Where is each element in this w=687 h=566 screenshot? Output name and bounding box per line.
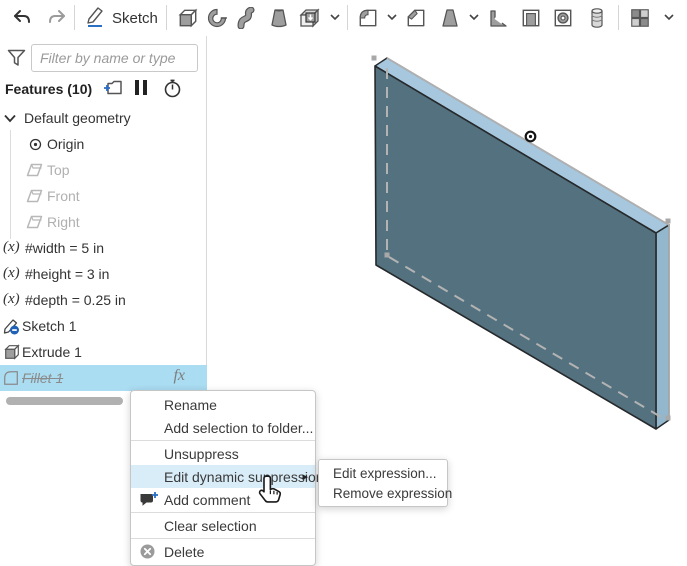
menu-item-label: Delete <box>164 544 204 560</box>
menu-item-label: Edit expression... <box>333 466 437 481</box>
plate-side-face[interactable] <box>656 225 669 429</box>
menu-separator <box>131 512 315 513</box>
menu-item-add-comment[interactable]: Add comment <box>131 488 315 511</box>
menu-item-label: Add comment <box>164 492 250 508</box>
part-plate[interactable] <box>375 58 669 429</box>
dynamic-suppression-submenu: Edit expression... Remove expression <box>318 459 448 507</box>
menu-item-rename[interactable]: Rename <box>131 393 315 416</box>
comment-plus-icon <box>139 491 159 508</box>
menu-separator <box>131 538 315 539</box>
origin-marker[interactable] <box>526 132 536 142</box>
delete-circle-icon <box>140 544 155 559</box>
context-menu: Rename Add selection to folder... Unsupp… <box>130 390 316 566</box>
menu-item-label: Remove expression <box>333 486 452 501</box>
submenu-item-remove-expression[interactable]: Remove expression <box>319 483 447 503</box>
submenu-item-edit-expression[interactable]: Edit expression... <box>319 463 447 483</box>
part-studio: Sketch <box>0 0 687 562</box>
submenu-arrow-icon: ▸ <box>302 470 308 483</box>
menu-item-edit-dynamic-suppression[interactable]: Edit dynamic suppression ▸ <box>131 465 315 488</box>
menu-item-label: Add selection to folder... <box>164 420 313 436</box>
menu-item-label: Edit dynamic suppression <box>164 469 324 485</box>
menu-separator <box>131 440 315 441</box>
menu-item-label: Rename <box>164 397 217 413</box>
menu-item-clear-selection[interactable]: Clear selection <box>131 514 315 537</box>
menu-item-delete[interactable]: Delete <box>131 540 315 563</box>
menu-item-unsuppress[interactable]: Unsuppress <box>131 442 315 465</box>
menu-item-add-selection-to-folder[interactable]: Add selection to folder... <box>131 416 315 439</box>
menu-item-label: Clear selection <box>164 518 257 534</box>
plate-front-face[interactable] <box>375 66 656 429</box>
menu-item-label: Unsuppress <box>164 446 239 462</box>
